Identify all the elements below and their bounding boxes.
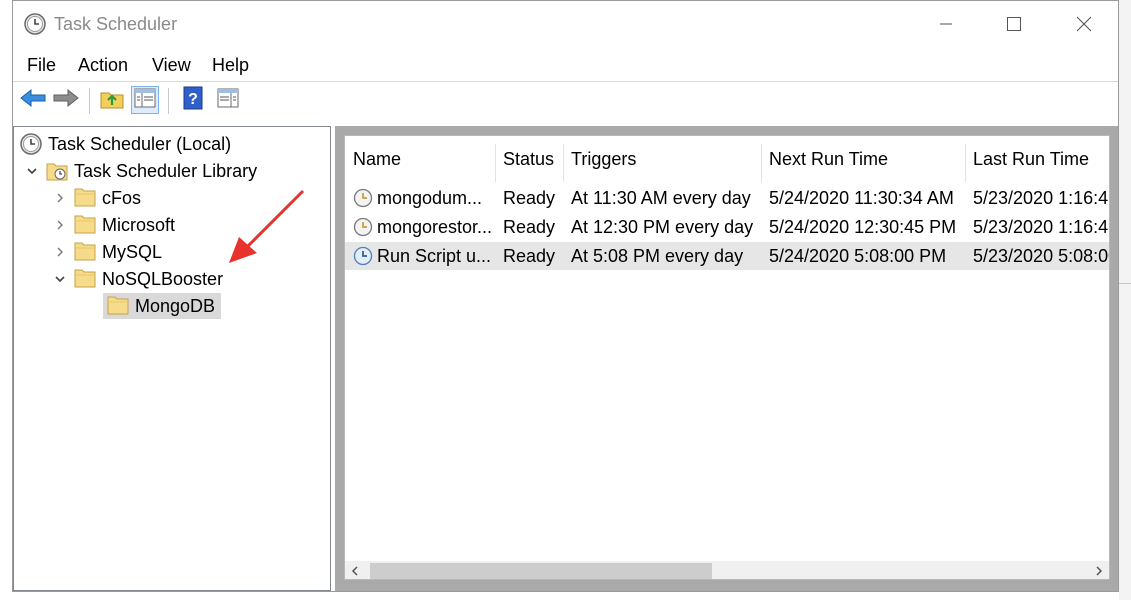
action-pane-icon xyxy=(217,88,239,113)
menu-action[interactable]: Action xyxy=(78,55,128,76)
task-last-run-time: 5/23/2020 5:08:00 xyxy=(973,245,1110,266)
column-header-last-run-time[interactable]: Last Run Time xyxy=(965,136,1109,182)
menu-separator xyxy=(13,81,1118,82)
tree-item-label: Task Scheduler Library xyxy=(74,160,258,181)
tree-item-label: MongoDB xyxy=(135,295,216,316)
column-header-triggers[interactable]: Triggers xyxy=(563,136,761,182)
center-pane: Name Status Triggers Next Run Time Last … xyxy=(335,126,1118,591)
task-triggers: At 5:08 PM every day xyxy=(571,245,744,266)
window-title: Task Scheduler xyxy=(54,14,178,34)
task-scheduler-window: Task Scheduler File Action View Help ? T… xyxy=(12,0,1119,592)
folder-icon xyxy=(74,241,96,263)
show-action-pane-button[interactable] xyxy=(214,86,242,114)
chevron-right-icon[interactable] xyxy=(52,217,68,233)
forward-button[interactable] xyxy=(52,86,80,114)
task-last-run-time: 5/23/2020 1:16:42 xyxy=(973,187,1110,208)
forward-arrow-icon xyxy=(53,88,79,113)
task-list: Name Status Triggers Next Run Time Last … xyxy=(344,135,1110,580)
clock-icon xyxy=(20,133,42,155)
tree-item-mongodb[interactable]: MongoDB xyxy=(103,293,222,319)
task-next-run-time: 5/24/2020 5:08:00 PM xyxy=(769,245,947,266)
task-name: Run Script u... xyxy=(377,245,491,266)
title-bar[interactable]: Task Scheduler xyxy=(13,1,1118,47)
task-name-cell: mongorestor... xyxy=(353,213,491,241)
menu-help[interactable]: Help xyxy=(212,55,249,76)
tree-item-label: MySQL xyxy=(102,241,163,262)
tree-item-label: cFos xyxy=(102,187,142,208)
task-clock-icon xyxy=(353,188,373,208)
show-hide-tree-icon xyxy=(134,88,156,113)
task-clock-icon xyxy=(353,246,373,266)
task-status: Ready xyxy=(503,187,556,208)
toolbar: ? xyxy=(13,83,1118,119)
tree-item-label: Task Scheduler (Local) xyxy=(48,133,232,154)
scrollbar-thumb[interactable] xyxy=(370,563,712,579)
desktop-divider xyxy=(1119,283,1131,284)
task-next-run-time: 5/24/2020 12:30:45 PM xyxy=(769,216,957,237)
horizontal-scrollbar[interactable] xyxy=(345,561,1109,579)
task-status: Ready xyxy=(503,245,556,266)
task-next-run-time: 5/24/2020 11:30:34 AM xyxy=(769,187,954,208)
task-triggers: At 12:30 PM every day xyxy=(571,216,754,237)
help-icon: ? xyxy=(183,86,203,115)
menu-file[interactable]: File xyxy=(27,55,56,76)
scroll-right-icon[interactable] xyxy=(1089,561,1109,579)
tree-item-task-scheduler-local[interactable]: Task Scheduler (Local) xyxy=(20,131,231,157)
tree-item-nosqlbooster[interactable]: NoSQLBooster xyxy=(52,266,223,292)
task-name: mongodum... xyxy=(377,187,483,208)
chevron-down-icon[interactable] xyxy=(24,163,40,179)
maximize-button[interactable] xyxy=(991,1,1037,47)
task-clock-icon xyxy=(353,217,373,237)
toolbar-separator xyxy=(168,88,169,114)
library-folder-icon xyxy=(46,160,68,182)
task-name: mongorestor... xyxy=(377,216,491,237)
column-header-name[interactable]: Name xyxy=(345,136,495,182)
clock-icon xyxy=(24,13,46,35)
task-name-cell: Run Script u... xyxy=(353,242,491,270)
back-button[interactable] xyxy=(19,86,47,114)
task-triggers: At 11:30 AM every day xyxy=(571,187,751,208)
table-row[interactable]: mongodum... Ready At 11:30 AM every day … xyxy=(345,184,1110,212)
toolbar-separator xyxy=(89,88,90,114)
show-hide-console-tree-button[interactable] xyxy=(131,86,159,114)
menu-view[interactable]: View xyxy=(152,55,191,76)
back-arrow-icon xyxy=(20,88,46,113)
folder-icon xyxy=(107,295,129,317)
tree-item-cfos[interactable]: cFos xyxy=(52,185,141,211)
desktop-background xyxy=(1119,0,1131,600)
help-button[interactable]: ? xyxy=(179,86,207,114)
close-button[interactable] xyxy=(1061,1,1107,47)
menu-bar: File Action View Help xyxy=(13,49,1118,81)
svg-text:?: ? xyxy=(188,91,198,108)
table-row[interactable]: Run Script u... Ready At 5:08 PM every d… xyxy=(345,242,1110,270)
chevron-down-icon[interactable] xyxy=(52,271,68,287)
up-folder-icon xyxy=(100,87,124,114)
tree-item-task-scheduler-library[interactable]: Task Scheduler Library xyxy=(24,158,257,184)
folder-icon xyxy=(74,214,96,236)
tree-item-mysql[interactable]: MySQL xyxy=(52,239,162,265)
task-name-cell: mongodum... xyxy=(353,184,491,212)
scroll-left-icon[interactable] xyxy=(345,561,365,579)
column-header-next-run-time[interactable]: Next Run Time xyxy=(761,136,965,182)
annotation-arrow-icon xyxy=(229,189,305,263)
task-last-run-time: 5/23/2020 1:16:42 xyxy=(973,216,1110,237)
chevron-right-icon[interactable] xyxy=(52,190,68,206)
tree-item-label: Microsoft xyxy=(102,214,176,235)
chevron-right-icon[interactable] xyxy=(52,244,68,260)
tree-item-label: NoSQLBooster xyxy=(102,268,224,289)
table-row[interactable]: mongorestor... Ready At 12:30 PM every d… xyxy=(345,213,1110,241)
tree-item-microsoft[interactable]: Microsoft xyxy=(52,212,175,238)
folder-icon xyxy=(74,268,96,290)
task-status: Ready xyxy=(503,216,556,237)
folder-icon xyxy=(74,187,96,209)
minimize-button[interactable] xyxy=(923,1,969,47)
up-one-level-button[interactable] xyxy=(98,86,126,114)
column-header-status[interactable]: Status xyxy=(495,136,563,182)
